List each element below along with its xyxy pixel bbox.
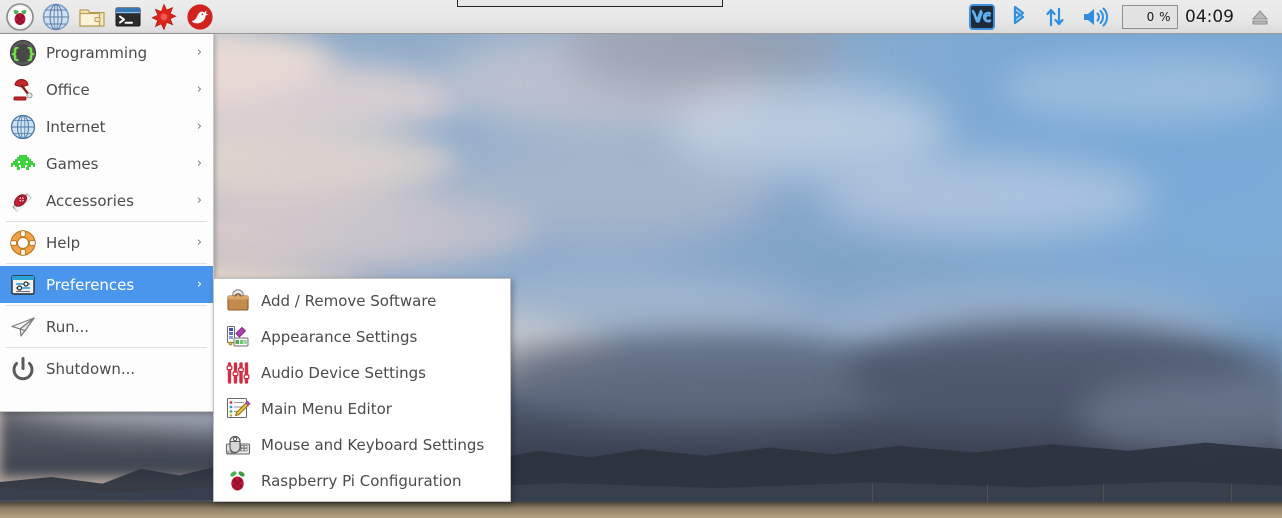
cloud bbox=[999, 51, 1282, 125]
mathematica-icon[interactable] bbox=[146, 1, 182, 33]
terminal-icon[interactable] bbox=[110, 1, 146, 33]
submenu-item-label: Raspberry Pi Configuration bbox=[261, 472, 462, 490]
cpu-usage-value: 0 % bbox=[1146, 9, 1171, 24]
task-list bbox=[218, 0, 962, 34]
menu-item-shutdown[interactable]: Shutdown... bbox=[0, 350, 213, 387]
preferences-icon bbox=[8, 270, 38, 300]
menu-separator bbox=[6, 305, 207, 306]
run-icon bbox=[8, 312, 38, 342]
raspberry-icon bbox=[224, 467, 252, 495]
cpu-usage-meter[interactable]: 0 % bbox=[1122, 4, 1178, 29]
submenu-item-add-remove-software[interactable]: Add / Remove Software bbox=[214, 283, 510, 319]
preferences-submenu: Add / Remove Software Appearance Setting… bbox=[213, 278, 511, 502]
network-icon[interactable] bbox=[1036, 0, 1074, 34]
menu-item-programming[interactable]: { } Programming › bbox=[0, 34, 213, 71]
storm-cloud bbox=[512, 331, 898, 425]
top-panel: Vᴄ 0 % 04:09 bbox=[0, 0, 1282, 34]
shutdown-icon bbox=[8, 354, 38, 384]
submenu-item-label: Appearance Settings bbox=[261, 328, 418, 346]
palette-icon bbox=[224, 323, 252, 351]
vnc-icon[interactable]: Vᴄ bbox=[962, 0, 1002, 34]
clock[interactable]: 04:09 bbox=[1181, 7, 1242, 27]
ground-strip bbox=[0, 502, 1282, 518]
mouse-keyboard-icon bbox=[224, 431, 252, 459]
menu-editor-icon bbox=[224, 395, 252, 423]
menu-item-label: Programming bbox=[46, 43, 148, 62]
menu-item-label: Games bbox=[46, 154, 99, 173]
submenu-item-raspberry-pi-configuration[interactable]: Raspberry Pi Configuration bbox=[214, 463, 510, 499]
submenu-item-label: Mouse and Keyboard Settings bbox=[261, 436, 485, 454]
chevron-right-icon: › bbox=[196, 45, 202, 60]
launcher-bar bbox=[0, 0, 218, 34]
file-manager-icon[interactable] bbox=[74, 1, 110, 33]
system-tray: Vᴄ 0 % 04:09 bbox=[962, 0, 1282, 34]
accessories-icon bbox=[8, 186, 38, 216]
chevron-right-icon: › bbox=[196, 82, 202, 97]
chevron-right-icon: › bbox=[196, 235, 202, 250]
internet-icon bbox=[8, 112, 38, 142]
wolfram-icon[interactable] bbox=[182, 1, 218, 33]
menu-item-run[interactable]: Run... bbox=[0, 308, 213, 345]
menu-separator bbox=[6, 263, 207, 264]
svg-text:{ }: { } bbox=[10, 44, 37, 62]
cloud bbox=[820, 155, 1154, 239]
menu-item-internet[interactable]: Internet › bbox=[0, 108, 213, 145]
submenu-item-appearance-settings[interactable]: Appearance Settings bbox=[214, 319, 510, 355]
sliders-icon bbox=[224, 359, 252, 387]
programming-icon: { } bbox=[8, 38, 38, 68]
menu-item-label: Accessories bbox=[46, 191, 134, 210]
raspberry-menu-icon[interactable] bbox=[2, 1, 38, 33]
office-icon bbox=[8, 75, 38, 105]
submenu-item-audio-device-settings[interactable]: Audio Device Settings bbox=[214, 355, 510, 391]
chevron-right-icon: › bbox=[196, 119, 202, 134]
submenu-item-mouse-keyboard-settings[interactable]: Mouse and Keyboard Settings bbox=[214, 427, 510, 463]
menu-item-office[interactable]: Office › bbox=[0, 71, 213, 108]
submenu-item-main-menu-editor[interactable]: Main Menu Editor bbox=[214, 391, 510, 427]
bluetooth-icon[interactable] bbox=[1002, 0, 1036, 34]
main-menu: { } Programming › Office › Internet › Ga… bbox=[0, 34, 214, 412]
menu-item-label: Preferences bbox=[46, 275, 135, 294]
eject-icon[interactable] bbox=[1242, 0, 1278, 34]
menu-item-accessories[interactable]: Accessories › bbox=[0, 182, 213, 219]
submenu-item-label: Audio Device Settings bbox=[261, 364, 426, 382]
submenu-item-label: Add / Remove Software bbox=[261, 292, 437, 310]
menu-separator bbox=[6, 221, 207, 222]
menu-item-help[interactable]: Help › bbox=[0, 224, 213, 261]
menu-item-games[interactable]: Games › bbox=[0, 145, 213, 182]
task-button[interactable] bbox=[457, 0, 723, 7]
menu-item-label: Internet bbox=[46, 117, 106, 136]
menu-item-label: Help bbox=[46, 233, 81, 252]
submenu-item-label: Main Menu Editor bbox=[261, 400, 392, 418]
chevron-right-icon: › bbox=[196, 277, 202, 292]
menu-separator bbox=[6, 347, 207, 348]
help-icon bbox=[8, 228, 38, 258]
package-icon bbox=[224, 287, 252, 315]
chevron-right-icon: › bbox=[196, 193, 202, 208]
menu-item-label: Office bbox=[46, 80, 90, 99]
chevron-right-icon: › bbox=[196, 156, 202, 171]
games-icon bbox=[8, 149, 38, 179]
menu-item-label: Shutdown... bbox=[46, 359, 136, 378]
menu-item-preferences[interactable]: Preferences › bbox=[0, 266, 213, 303]
volume-icon[interactable] bbox=[1074, 0, 1116, 34]
menu-item-label: Run... bbox=[46, 317, 90, 336]
web-browser-icon[interactable] bbox=[38, 1, 74, 33]
